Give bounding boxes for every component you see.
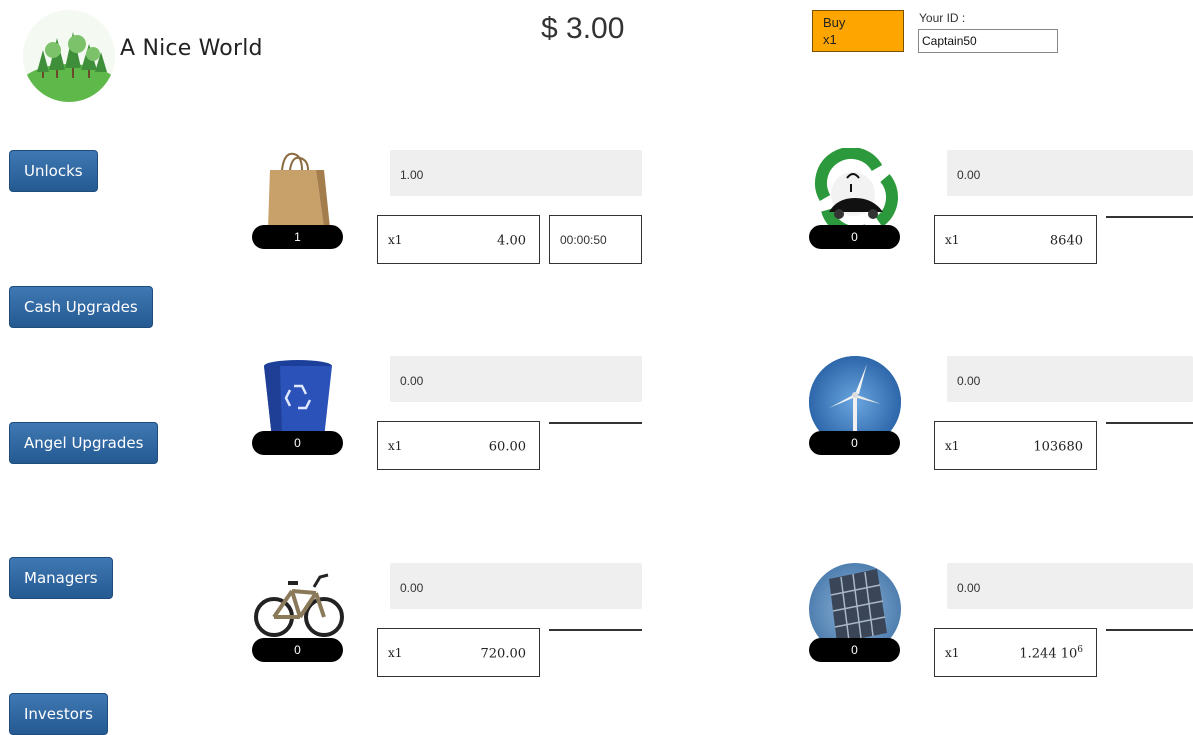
user-id-input[interactable] <box>918 29 1058 53</box>
product-buy-button[interactable]: x1 4.00 <box>377 215 540 264</box>
money-display: $ 3.00 <box>541 12 625 45</box>
product-solar-panel: 0 0.00 x1 1.244 106 <box>807 561 1193 681</box>
managers-button[interactable]: Managers <box>9 557 113 599</box>
product-multiplier: x1 <box>945 646 960 660</box>
product-electric-car: 0 0.00 x1 8640 <box>807 146 1193 268</box>
product-count-badge: 0 <box>252 431 343 455</box>
product-progress-bar: 0.00 <box>947 563 1193 609</box>
product-timer: 00:00:50 <box>549 215 642 264</box>
product-timer-divider <box>549 629 642 631</box>
product-progress-bar: 0.00 <box>390 563 642 609</box>
cash-upgrades-button[interactable]: Cash Upgrades <box>9 286 153 328</box>
product-multiplier: x1 <box>388 646 403 660</box>
product-cost: 1.244 106 <box>1019 645 1083 662</box>
product-cost: 8640 <box>1049 233 1083 249</box>
product-multiplier: x1 <box>388 233 403 247</box>
angel-upgrades-button[interactable]: Angel Upgrades <box>9 422 159 464</box>
product-buy-button[interactable]: x1 720.00 <box>377 628 540 677</box>
product-count-badge: 0 <box>252 638 343 662</box>
product-buy-button[interactable]: x1 1.244 106 <box>934 628 1097 677</box>
product-timer-divider <box>1106 422 1193 424</box>
buy-label: Buy <box>823 15 846 30</box>
product-cost: 60.00 <box>488 439 526 455</box>
product-progress-bar: 0.00 <box>947 150 1193 196</box>
product-buy-button[interactable]: x1 8640 <box>934 215 1097 264</box>
product-multiplier: x1 <box>945 233 960 247</box>
logo-trees-globe-icon <box>23 10 115 102</box>
product-count-badge: 0 <box>809 638 900 662</box>
buy-multiplier-button[interactable]: Buy x1 <box>812 10 904 52</box>
product-count-badge: 0 <box>809 225 900 249</box>
product-buy-button[interactable]: x1 60.00 <box>377 421 540 470</box>
user-id-label: Your ID : <box>919 11 966 25</box>
unlocks-button[interactable]: Unlocks <box>9 150 98 192</box>
buy-multiplier-value: x1 <box>823 32 837 47</box>
product-multiplier: x1 <box>388 439 403 453</box>
product-timer-divider <box>549 422 642 424</box>
product-cost: 4.00 <box>497 233 526 249</box>
product-wind-turbine: 0 0.00 x1 103680 <box>807 354 1193 474</box>
product-paper-bag: 1 1.00 x1 4.00 00:00:50 <box>250 148 650 268</box>
product-cost: 720.00 <box>480 646 527 662</box>
product-count-badge: 1 <box>252 225 343 249</box>
product-timer-divider <box>1106 216 1193 218</box>
product-progress-bar: 0.00 <box>390 356 642 402</box>
product-timer-divider <box>1106 629 1193 631</box>
product-buy-button[interactable]: x1 103680 <box>934 421 1097 470</box>
product-recycle-bin: 0 0.00 x1 60.00 <box>250 354 650 474</box>
product-cost: 103680 <box>1033 439 1083 455</box>
app-title: A Nice World <box>120 36 263 61</box>
product-multiplier: x1 <box>945 439 960 453</box>
product-progress-bar: 0.00 <box>947 356 1193 402</box>
product-progress-bar: 1.00 <box>390 150 642 196</box>
product-count-badge: 0 <box>809 431 900 455</box>
product-bicycle: 0 0.00 x1 720.00 <box>250 561 650 681</box>
